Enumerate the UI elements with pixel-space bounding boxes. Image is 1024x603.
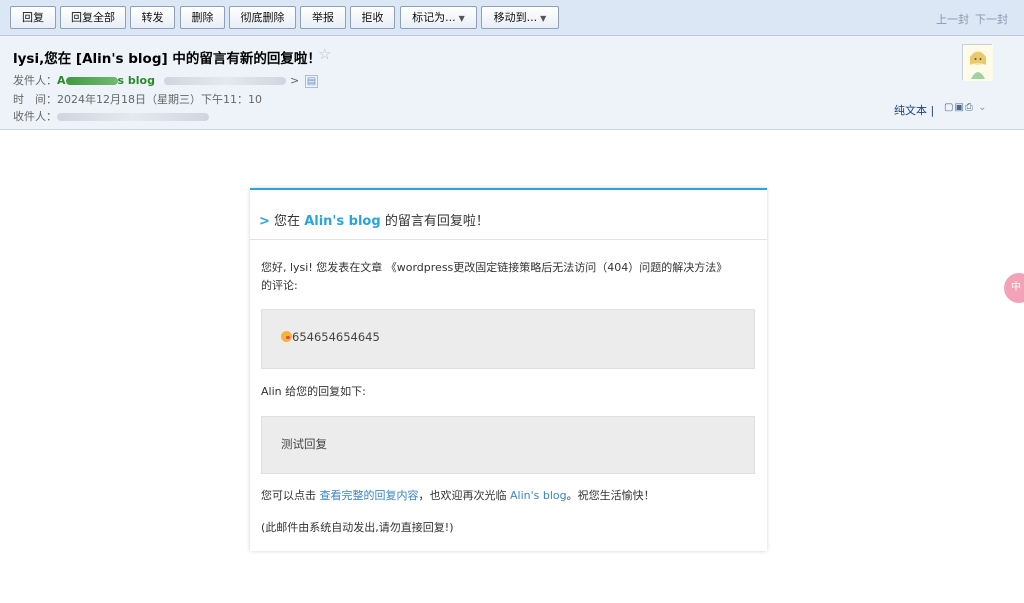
greeting-text: 您好, lysi! 您发表在文章 《wordpress更改固定链接策略后无法访问… [261, 259, 727, 295]
chevron-down-icon: ▼ [458, 14, 465, 23]
email-body-card: > 您在 Alin's blog 的留言有回复啦！ 您好, lysi! 您发表在… [250, 188, 767, 551]
divider: | [930, 104, 935, 117]
header-tools: ▢▣⎙ ⌄ [944, 102, 987, 113]
reply-button[interactable]: 回复 [10, 6, 56, 29]
title-post: 的留言有回复啦！ [384, 214, 489, 229]
delete-permanently-button[interactable]: 彻底删除 [229, 6, 296, 29]
footer-text: 您可以点击 查看完整的回复内容，也欢迎再次光临 Alin's blog。祝您生活… [261, 487, 655, 505]
translate-badge[interactable]: 中 [1004, 273, 1024, 303]
blog-link[interactable]: Alin's blog [510, 489, 567, 502]
greeting-line-1: 您好, lysi! 您发表在文章 《wordpress更改固定链接策略后无法访问… [261, 261, 728, 274]
card-title: > 您在 Alin's blog 的留言有回复啦！ [250, 190, 767, 240]
recipient-label: 收件人： [13, 110, 57, 123]
time-label: 时 间： [13, 93, 57, 106]
title-pre: 您在 [274, 214, 301, 229]
recipient-line: 收件人： [13, 108, 209, 124]
next-mail-link[interactable]: 下一封 [975, 11, 1008, 27]
sender-label: 发件人： [13, 74, 57, 87]
chevron-down-icon: ▼ [540, 14, 547, 23]
star-icon[interactable]: ☆ [318, 45, 331, 63]
note-icon[interactable]: ▢ [944, 102, 954, 113]
comment-quote: 654654654645 [261, 309, 755, 369]
reject-button[interactable]: 拒收 [350, 6, 395, 29]
mail-header: lysi,您在 [Alin's blog] 中的留言有新的回复啦！ ☆ 发件人：… [0, 36, 1024, 130]
redacted-recipient [57, 113, 209, 121]
address-end: > [289, 74, 300, 87]
print-icon[interactable]: ⎙ [965, 102, 974, 113]
move-to-label: 移动到... [493, 11, 538, 24]
mail-toolbar: 回复 回复全部 转发 删除 彻底删除 举报 拒收 标记为... ▼ 移动到... ▼… [0, 0, 1024, 36]
reply-all-button[interactable]: 回复全部 [60, 6, 126, 29]
reply-quote: 测试回复 [261, 416, 755, 474]
footer-post: 。祝您生活愉快！ [566, 489, 655, 502]
sender-name-end[interactable]: s blog [118, 74, 155, 87]
plain-text-label: 纯文本 [894, 104, 927, 117]
view-full-reply-link[interactable]: 查看完整的回复内容 [320, 489, 419, 502]
emoji-icon [281, 331, 292, 342]
sender-line: 发件人：A s blog > ▤ [13, 72, 319, 88]
forward-button[interactable]: 转发 [130, 6, 175, 29]
report-button[interactable]: 举报 [300, 6, 346, 29]
contact-card-icon[interactable]: ▤ [304, 75, 319, 88]
title-blog-name: Alin's blog [304, 214, 381, 229]
auto-note: (此邮件由系统自动发出,请勿直接回复!) [261, 521, 454, 534]
redacted-sender-address [164, 77, 287, 85]
mark-as-label: 标记为... [412, 11, 456, 24]
reply-intro: Alin 给您的回复如下: [261, 385, 366, 398]
expand-chevron-icon[interactable]: ⌄ [978, 102, 987, 113]
plain-text-link[interactable]: 纯文本 | [894, 102, 934, 118]
title-arrow-icon: > [259, 214, 270, 229]
delete-button[interactable]: 删除 [180, 6, 225, 29]
sender-name-start[interactable]: A [57, 74, 66, 87]
mail-subject: lysi,您在 [Alin's blog] 中的留言有新的回复啦！ [13, 51, 321, 67]
greeting-line-2: 的评论: [261, 279, 298, 292]
time-line: 时 间：2024年12月18日（星期三）下午11：10 [13, 91, 262, 107]
footer-mid: ，也欢迎再次光临 [418, 489, 507, 502]
calendar-icon[interactable]: ▣ [954, 102, 964, 113]
reply-text: 测试回复 [281, 437, 327, 451]
time-value: 2024年12月18日（星期三）下午11：10 [57, 93, 262, 106]
redacted-sender-name [65, 77, 118, 85]
move-to-dropdown[interactable]: 移动到... ▼ [481, 6, 559, 29]
comment-text: 654654654645 [292, 330, 380, 344]
footer-pre: 您可以点击 [261, 489, 316, 502]
mark-as-dropdown[interactable]: 标记为... ▼ [400, 6, 477, 29]
prev-mail-link[interactable]: 上一封 [936, 11, 969, 27]
avatar [962, 44, 993, 81]
